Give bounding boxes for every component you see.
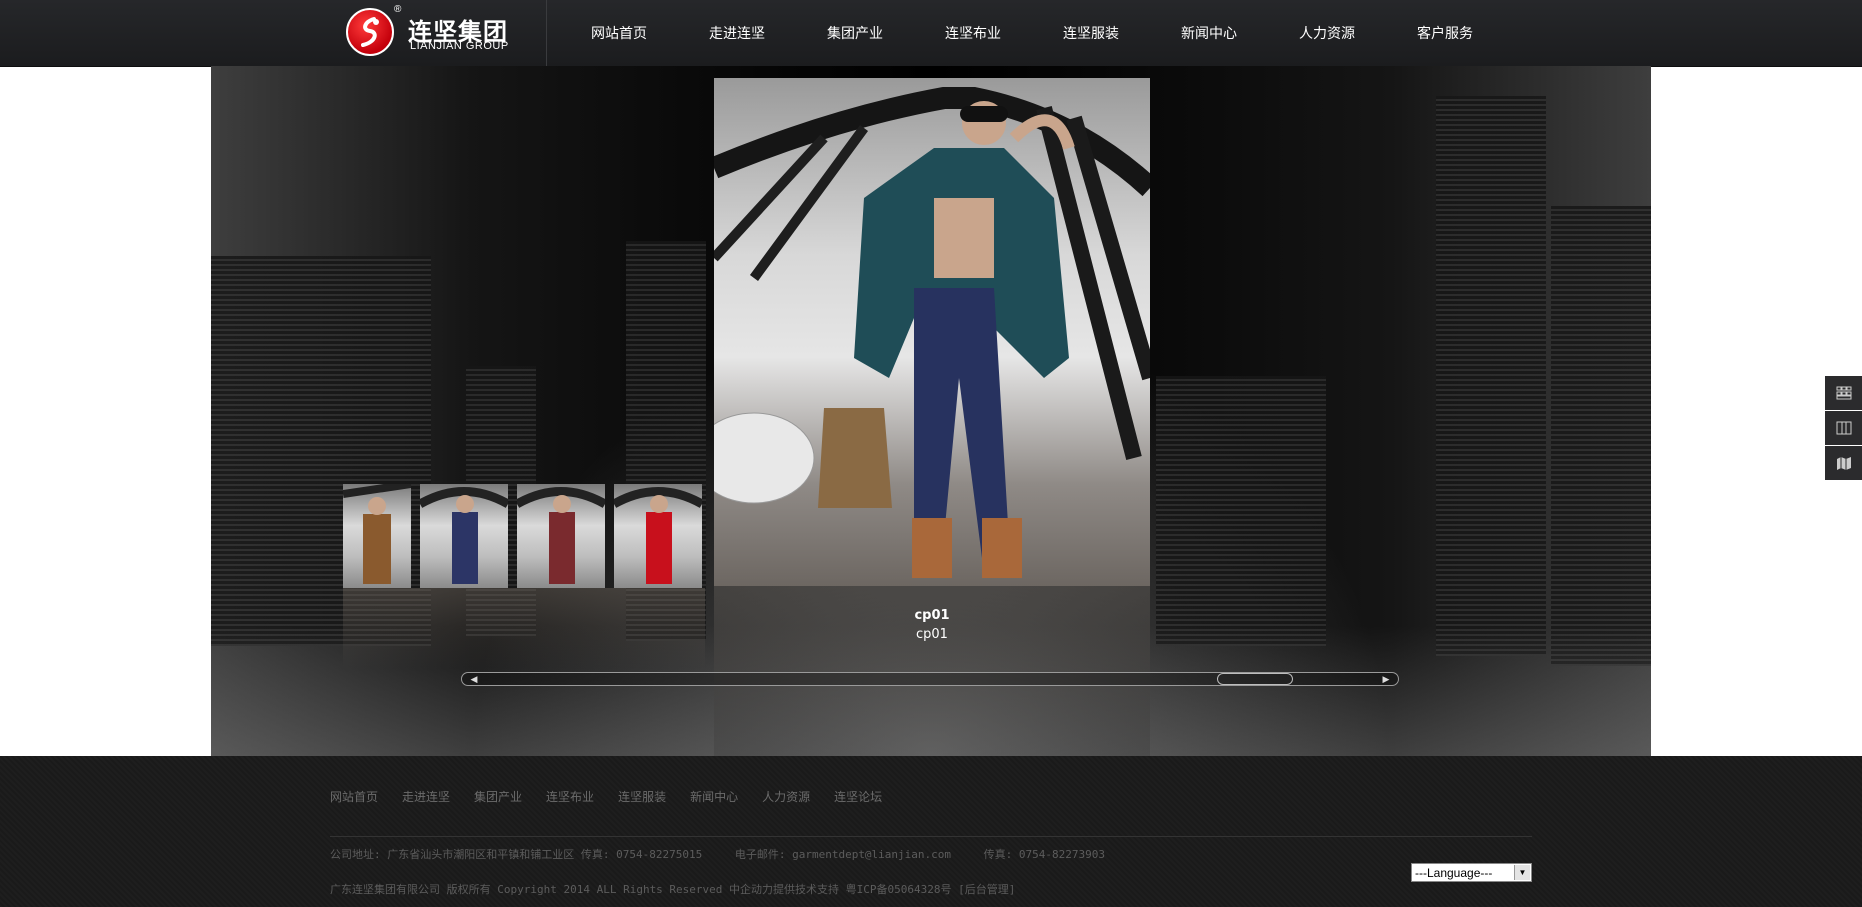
columns-icon [1836,421,1851,435]
nav-home[interactable]: 网站首页 [560,0,678,66]
map-icon [1836,457,1851,470]
scroll-thumb[interactable] [1216,673,1293,685]
thumbnail[interactable] [420,484,508,588]
nav-about[interactable]: 走进连坚 [678,0,796,66]
nav-hr[interactable]: 人力资源 [1268,0,1386,66]
footer-link-about[interactable]: 走进连坚 [402,788,450,805]
thumbnail-reflection [343,588,705,668]
footer-divider [330,836,1532,837]
side-tool-columns[interactable] [1825,411,1862,445]
logo-english-name: LIANJIAN GROUP [410,40,509,52]
nav-apparel[interactable]: 连坚服装 [1032,0,1150,66]
footer-fax: 传真: 0754-82273903 [983,848,1105,861]
footer-link-news[interactable]: 新闻中心 [690,788,738,805]
language-select-value: ---Language--- [1415,866,1493,880]
registered-mark: ® [394,4,402,15]
header-divider [546,0,547,66]
background-building [1551,206,1651,666]
caption-title: cp01 [914,608,950,623]
footer-email: 电子邮件: garmentdept@lianjian.com [734,848,952,861]
main-nav: 网站首页 走进连坚 集团产业 连坚布业 连坚服装 新闻中心 人力资源 客户服务 [560,0,1504,66]
nav-industry[interactable]: 集团产业 [796,0,914,66]
gallery-scrollbar[interactable]: ◀ ▶ [461,672,1399,686]
background-building [1436,96,1546,656]
side-tool-grid[interactable] [1825,376,1862,410]
footer-link-industry[interactable]: 集团产业 [474,788,522,805]
footer-link-hr[interactable]: 人力资源 [762,788,810,805]
footer-link-forum[interactable]: 连坚论坛 [834,788,882,805]
company-logo[interactable]: ® 连坚集团 LIANJIAN GROUP [346,4,546,58]
site-footer: 网站首页 走进连坚 集团产业 连坚布业 连坚服装 新闻中心 人力资源 连坚论坛 … [0,756,1862,907]
main-product-photo[interactable] [714,78,1150,586]
triangle-left-icon: ◀ [470,674,478,684]
triangle-right-icon: ▶ [1382,674,1390,684]
site-header: ® 连坚集团 LIANJIAN GROUP 网站首页 走进连坚 集团产业 连坚布… [0,0,1862,67]
background-building [1156,376,1326,646]
fashion-model-image [714,87,1150,578]
scroll-left-button[interactable]: ◀ [464,673,484,685]
footer-nav: 网站首页 走进连坚 集团产业 连坚布业 连坚服装 新闻中心 人力资源 连坚论坛 [330,788,906,805]
photo-caption: cp01 cp01 [714,608,1150,642]
language-select[interactable]: ---Language--- ▼ [1411,863,1532,882]
footer-address: 公司地址: 广东省汕头市潮阳区和平镇和铺工业区 传真: 0754-8227501… [330,848,703,861]
thumbnail-strip [343,484,711,588]
footer-link-fabric[interactable]: 连坚布业 [546,788,594,805]
thumbnail[interactable] [614,484,702,588]
nav-news[interactable]: 新闻中心 [1150,0,1268,66]
nav-fabric[interactable]: 连坚布业 [914,0,1032,66]
footer-copyright: 广东连坚集团有限公司 版权所有 Copyright 2014 ALL Right… [330,883,1016,896]
footer-link-apparel[interactable]: 连坚服装 [618,788,666,805]
side-toolbar [1825,376,1862,481]
thumbnail[interactable] [517,484,605,588]
footer-contact: 公司地址: 广东省汕头市潮阳区和平镇和铺工业区 传真: 0754-8227501… [330,846,1131,862]
footer-link-home[interactable]: 网站首页 [330,788,378,805]
side-tool-map[interactable] [1825,446,1862,480]
gallery-stage: cp01 cp01 ◀ ▶ [211,66,1651,756]
grid-icon [1836,386,1851,400]
nav-service[interactable]: 客户服务 [1386,0,1504,66]
scroll-right-button[interactable]: ▶ [1376,673,1396,685]
thumbnail[interactable] [343,484,411,588]
chevron-down-icon[interactable]: ▼ [1514,865,1530,880]
logo-emblem-icon [346,8,394,56]
caption-subtitle: cp01 [916,627,948,642]
